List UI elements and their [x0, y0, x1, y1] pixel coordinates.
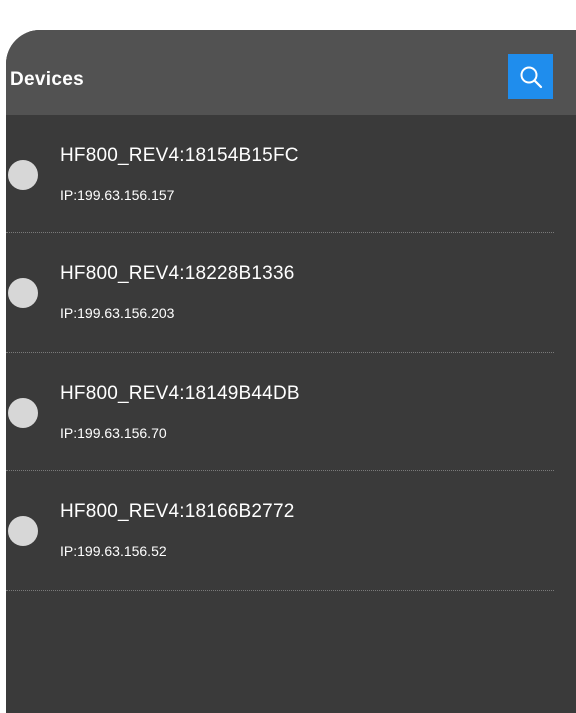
- device-name: HF800_REV4:18154B15FC: [60, 145, 299, 166]
- status-indicator: [8, 398, 38, 428]
- device-name: HF800_REV4:18228B1336: [60, 263, 295, 284]
- device-list: HF800_REV4:18154B15FC IP:199.63.156.157 …: [6, 115, 576, 591]
- search-button[interactable]: [508, 54, 553, 99]
- header-bar: Devices: [6, 30, 576, 115]
- device-list-item[interactable]: HF800_REV4:18149B44DB IP:199.63.156.70: [6, 353, 576, 471]
- device-ip: IP:199.63.156.52: [60, 543, 167, 559]
- device-name: HF800_REV4:18166B2772: [60, 501, 295, 522]
- device-name: HF800_REV4:18149B44DB: [60, 383, 300, 404]
- device-list-item[interactable]: HF800_REV4:18154B15FC IP:199.63.156.157: [6, 115, 576, 233]
- devices-panel: Devices HF800_REV4:18154B15FC IP:199.63.…: [6, 30, 576, 713]
- device-ip: IP:199.63.156.203: [60, 305, 175, 321]
- status-indicator: [8, 278, 38, 308]
- device-list-item[interactable]: HF800_REV4:18228B1336 IP:199.63.156.203: [6, 233, 576, 353]
- device-ip: IP:199.63.156.157: [60, 187, 175, 203]
- device-list-item[interactable]: HF800_REV4:18166B2772 IP:199.63.156.52: [6, 471, 576, 591]
- status-indicator: [8, 516, 38, 546]
- divider: [6, 590, 554, 591]
- page-title: Devices: [10, 69, 84, 90]
- search-icon: [520, 66, 542, 88]
- status-indicator: [8, 160, 38, 190]
- device-ip: IP:199.63.156.70: [60, 425, 167, 441]
